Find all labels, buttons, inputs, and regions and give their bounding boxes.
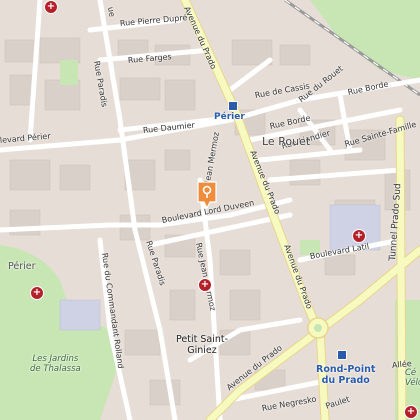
place-label-petit-saint-giniez: Petit Saint- Giniez [176,334,229,356]
hospital-cross-icon[interactable]: + [198,278,212,292]
area-label-perier: Périer [8,261,36,272]
map-pin-icon[interactable] [196,180,218,210]
hospital-cross-icon[interactable]: + [44,0,58,14]
place-label-velodrome: Cé Vélo [405,368,420,388]
hospital-cross-icon[interactable]: + [404,405,418,419]
metro-station-rond-point-icon[interactable] [337,350,347,360]
park-label-jardins-de-thalassa: Les Jardins de Thalassa [30,354,81,374]
street-label-fragment: ue [106,6,117,18]
hospital-cross-icon[interactable]: + [352,229,366,243]
metro-label-perier[interactable]: Périer [214,112,245,122]
metro-station-perier-icon[interactable] [228,101,238,111]
place-label-rond-point-du-prado: Rond-Point du Prado [316,364,376,386]
area-label-le-rouet: Le Rouet [262,135,311,148]
hospital-cross-icon[interactable]: + [30,286,44,300]
map-canvas[interactable]: Rue Pierre Dupré Rue Farges Rue Paradis … [0,0,420,420]
